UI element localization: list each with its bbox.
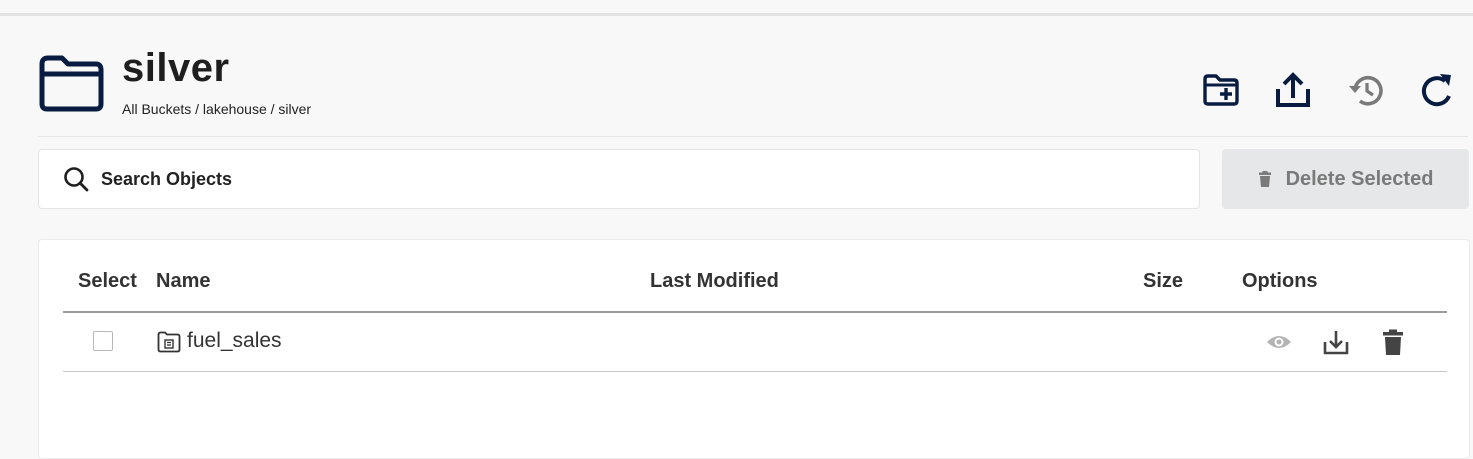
upload-icon: [1276, 72, 1310, 107]
folder-icon: [39, 55, 104, 112]
page-title: silver: [122, 46, 230, 90]
refresh-icon: [1421, 74, 1451, 107]
column-header-size[interactable]: Size: [1143, 270, 1183, 293]
history-button[interactable]: [1344, 68, 1386, 112]
delete-selected-button[interactable]: Delete Selected: [1222, 149, 1469, 209]
column-header-options: Options: [1242, 270, 1318, 292]
search-input[interactable]: [101, 168, 1001, 190]
bucket-header: silver All Buckets / lakehouse / silver: [38, 46, 1458, 126]
search-bar[interactable]: [38, 149, 1200, 209]
refresh-button[interactable]: [1416, 68, 1458, 112]
search-icon: [64, 167, 89, 192]
row-rule: [63, 371, 1447, 372]
delete-button[interactable]: [1378, 328, 1408, 356]
row-select-checkbox[interactable]: [93, 331, 113, 351]
eye-icon: [1267, 336, 1291, 348]
column-header-name[interactable]: Name: [156, 270, 210, 293]
trash-icon: [1258, 171, 1271, 187]
breadcrumb[interactable]: All Buckets / lakehouse / silver: [122, 101, 311, 117]
top-rule: [0, 13, 1473, 16]
delete-selected-label: Delete Selected: [1285, 167, 1434, 190]
create-folder-button[interactable]: [1200, 68, 1242, 112]
upload-button[interactable]: [1272, 68, 1314, 112]
create-folder-icon: [1203, 74, 1239, 106]
header-rule: [63, 311, 1447, 313]
folder-icon: [157, 331, 181, 353]
download-button[interactable]: [1321, 328, 1351, 356]
preview-button[interactable]: [1264, 328, 1294, 356]
column-header-select: Select: [78, 270, 137, 292]
download-icon: [1323, 331, 1349, 355]
trash-icon: [1383, 329, 1403, 355]
column-header-last-modified[interactable]: Last Modified: [650, 270, 779, 293]
header-divider: [38, 136, 1468, 137]
objects-table: Select Name Last Modified Size Options f…: [38, 239, 1470, 459]
object-name[interactable]: fuel_sales: [187, 329, 282, 353]
history-icon: [1349, 75, 1383, 106]
header-actions: [1200, 68, 1458, 112]
